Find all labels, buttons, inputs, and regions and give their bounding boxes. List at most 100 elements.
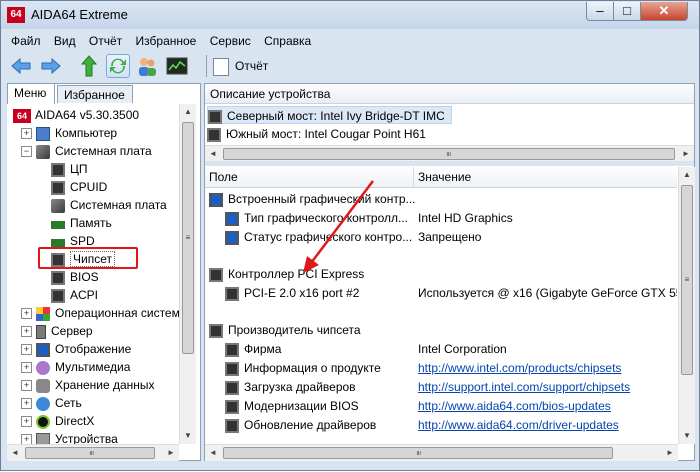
network-icon xyxy=(36,396,50,411)
menu-tools[interactable]: Сервис xyxy=(206,31,255,51)
scroll-down-icon[interactable]: ▼ xyxy=(679,428,695,444)
bios-updates-link[interactable]: http://www.aida64.com/bios-updates xyxy=(418,397,611,416)
close-button[interactable]: ✕ xyxy=(640,2,688,21)
scroll-right-icon[interactable]: ► xyxy=(662,445,678,461)
acpi-icon xyxy=(51,288,65,303)
pane-splitter[interactable] xyxy=(205,161,694,166)
tab-menu[interactable]: Меню xyxy=(7,83,55,104)
tree-item-directx[interactable]: + DirectX xyxy=(21,412,94,430)
property-value: Запрещено xyxy=(418,230,482,244)
device-label: Южный мост: Intel Cougar Point H61 xyxy=(226,127,426,141)
expand-icon[interactable]: + xyxy=(21,380,32,392)
tree-item-motherboard[interactable]: − Системная плата xyxy=(21,142,152,160)
tree-item-label: BIOS xyxy=(70,270,99,284)
expand-icon[interactable]: + xyxy=(21,416,32,428)
tree-item-acpi[interactable]: ACPI xyxy=(51,286,98,304)
tree-horizontal-scrollbar[interactable]: ◄ ≡ ► xyxy=(7,444,179,461)
scroll-left-icon[interactable]: ◄ xyxy=(205,146,221,162)
device-row-southbridge[interactable]: Южный мост: Intel Cougar Point H61 xyxy=(207,125,426,143)
expand-icon[interactable]: + xyxy=(21,362,32,374)
chip-icon xyxy=(225,418,239,433)
devices-icon xyxy=(36,432,50,444)
tree-item-label: Компьютер xyxy=(55,126,118,140)
property-row[interactable]: Обновление драйверов xyxy=(225,416,376,435)
tree-item-cpu[interactable]: ЦП xyxy=(51,160,88,178)
device-description-header[interactable]: Описание устройства xyxy=(205,84,694,104)
cpu-icon xyxy=(51,162,65,177)
collapse-icon[interactable]: − xyxy=(21,146,32,158)
forward-arrow-icon[interactable] xyxy=(39,54,63,78)
back-arrow-icon[interactable] xyxy=(9,54,33,78)
scroll-right-icon[interactable]: ► xyxy=(678,146,694,162)
tree-item-computer[interactable]: + Компьютер xyxy=(21,124,117,142)
product-info-link[interactable]: http://www.intel.com/products/chipsets xyxy=(418,359,621,378)
chip-icon xyxy=(225,286,239,301)
title-bar[interactable]: 64 AIDA64 Extreme – □ ✕ xyxy=(1,1,699,29)
tree-item-devices[interactable]: + Устройства xyxy=(21,430,118,444)
column-header-value[interactable]: Значение xyxy=(414,167,677,187)
expand-icon[interactable]: + xyxy=(21,344,32,356)
device-row-northbridge[interactable]: Северный мост: Intel Ivy Bridge-DT IMC xyxy=(207,106,452,124)
property-row[interactable]: Загрузка драйверов xyxy=(225,378,356,397)
scroll-left-icon[interactable]: ◄ xyxy=(7,445,23,461)
maximize-button[interactable]: □ xyxy=(613,2,641,21)
minimize-button[interactable]: – xyxy=(586,2,614,21)
report-button[interactable]: Отчёт xyxy=(213,55,268,77)
tree-item-motherboard-sub[interactable]: Системная плата xyxy=(51,196,167,214)
tree-item-label: CPUID xyxy=(70,180,108,194)
tree-item-display[interactable]: + Отображение xyxy=(21,340,131,358)
menu-file[interactable]: Файл xyxy=(7,31,45,51)
scroll-right-icon[interactable]: ► xyxy=(163,445,179,461)
property-row[interactable]: Тип графического контролл... xyxy=(225,209,408,228)
property-row[interactable]: Фирма xyxy=(225,340,281,359)
property-row[interactable]: Информация о продукте xyxy=(225,359,381,378)
refresh-icon[interactable] xyxy=(106,54,130,78)
up-arrow-icon[interactable] xyxy=(77,54,101,78)
menu-report[interactable]: Отчёт xyxy=(85,31,126,51)
menu-help[interactable]: Справка xyxy=(260,31,315,51)
expand-icon[interactable]: + xyxy=(21,398,32,410)
grid-horizontal-scrollbar[interactable]: ◄ ≡ ► xyxy=(205,444,678,461)
tree-item-storage[interactable]: + Хранение данных xyxy=(21,376,155,394)
driver-updates-link[interactable]: http://www.aida64.com/driver-updates xyxy=(418,416,619,435)
device-label: Северный мост: Intel Ivy Bridge-DT IMC xyxy=(227,109,445,123)
tree-item-network[interactable]: + Сеть xyxy=(21,394,82,412)
tree-item-memory[interactable]: Память xyxy=(51,214,112,232)
group-row-chipset-vendor[interactable]: Производитель чипсета xyxy=(209,321,361,340)
tree-root[interactable]: 64 AIDA64 v5.30.3500 xyxy=(13,106,139,124)
tree-item-cpuid[interactable]: CPUID xyxy=(51,178,107,196)
expand-icon[interactable]: + xyxy=(21,434,32,444)
property-row[interactable]: Статус графического контро... xyxy=(225,228,412,247)
menu-favorites[interactable]: Избранное xyxy=(132,31,201,51)
tree-item-os[interactable]: + Операционная систем xyxy=(21,304,179,322)
scroll-up-icon[interactable]: ▲ xyxy=(679,167,695,183)
group-row-integrated-graphics[interactable]: Встроенный графический контр... xyxy=(209,190,416,209)
driver-download-link[interactable]: http://support.intel.com/support/chipset… xyxy=(418,378,630,397)
scroll-down-icon[interactable]: ▼ xyxy=(180,428,196,444)
expand-icon[interactable]: + xyxy=(21,308,32,320)
scroll-up-icon[interactable]: ▲ xyxy=(180,104,196,120)
tree-item-label: ACPI xyxy=(70,288,99,302)
tree-item-bios[interactable]: BIOS xyxy=(51,268,99,286)
column-header-field[interactable]: Поле xyxy=(205,167,414,187)
chart-icon[interactable] xyxy=(165,54,189,78)
scroll-grip-icon: ≡ xyxy=(444,151,453,157)
group-row-pci-express[interactable]: Контроллер PCI Express xyxy=(209,265,364,284)
device-list-horizontal-scrollbar[interactable]: ◄ ≡ ► xyxy=(205,145,694,162)
property-row[interactable]: PCI-E 2.0 x16 port #2 xyxy=(225,284,359,303)
group-label: Контроллер PCI Express xyxy=(228,267,365,281)
tree-item-label: Хранение данных xyxy=(55,378,155,392)
grid-vertical-scrollbar[interactable]: ▲ ≡ ▼ xyxy=(678,167,695,444)
chip-icon xyxy=(209,323,223,338)
scroll-left-icon[interactable]: ◄ xyxy=(205,445,221,461)
expand-icon[interactable]: + xyxy=(21,326,32,338)
users-icon[interactable] xyxy=(135,54,159,78)
tree-item-multimedia[interactable]: + Мультимедиа xyxy=(21,358,130,376)
property-label: Статус графического контро... xyxy=(244,230,413,244)
tab-favorites[interactable]: Избранное xyxy=(57,85,133,103)
menu-view[interactable]: Вид xyxy=(50,31,80,51)
tree-vertical-scrollbar[interactable]: ▲ ≡ ▼ xyxy=(179,104,196,444)
property-row[interactable]: Модернизации BIOS xyxy=(225,397,359,416)
expand-icon[interactable]: + xyxy=(21,128,32,140)
tree-item-server[interactable]: + Сервер xyxy=(21,322,93,340)
